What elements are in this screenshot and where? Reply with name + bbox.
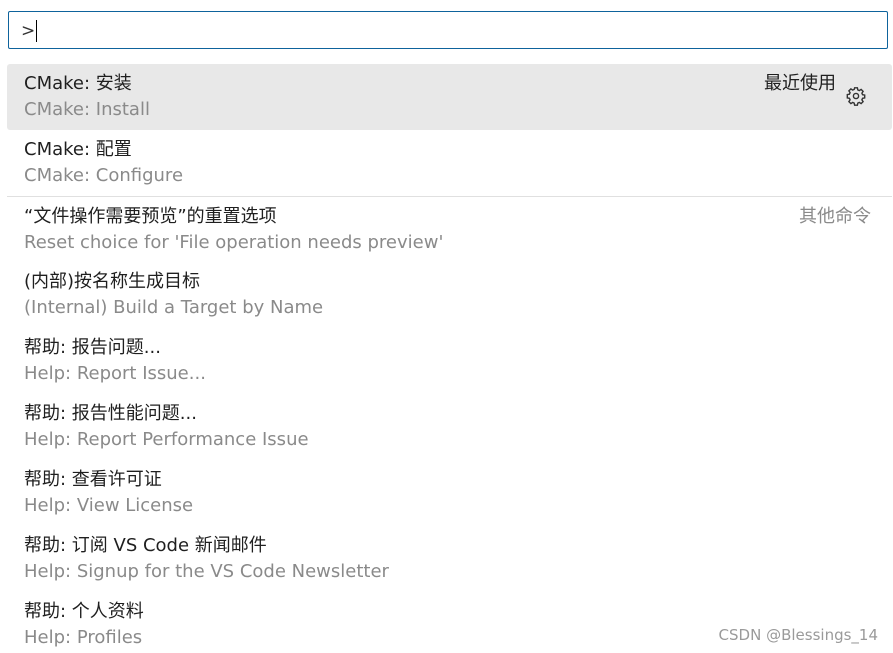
command-subtitle: Help: View License xyxy=(24,495,194,516)
command-subtitle: CMake: Install xyxy=(24,99,150,120)
command-item-view-license[interactable]: 帮助: 查看许可证 Help: View License xyxy=(7,460,892,526)
command-input[interactable]: > xyxy=(8,11,888,49)
command-item-build-target-by-name[interactable]: (内部)按名称生成目标 (Internal) Build a Target by… xyxy=(7,262,892,328)
command-list: CMake: 安装 CMake: Install 最近使用 CMake: 配置 … xyxy=(7,64,892,653)
command-item-report-performance-issue[interactable]: 帮助: 报告性能问题... Help: Report Performance I… xyxy=(7,394,892,460)
command-title: CMake: 配置 xyxy=(24,139,132,160)
command-subtitle: Help: Profiles xyxy=(24,627,143,648)
command-input-text: > xyxy=(21,20,38,42)
command-item-cmake-configure[interactable]: CMake: 配置 CMake: Configure xyxy=(7,130,892,196)
text-caret xyxy=(36,20,38,42)
command-title: CMake: 安装 xyxy=(24,73,132,94)
command-item-report-issue[interactable]: 帮助: 报告问题... Help: Report Issue... xyxy=(7,328,892,394)
command-title: 帮助: 报告性能问题... xyxy=(24,403,197,424)
command-title: 帮助: 订阅 VS Code 新闻邮件 xyxy=(24,535,267,556)
command-item-newsletter-signup[interactable]: 帮助: 订阅 VS Code 新闻邮件 Help: Signup for the… xyxy=(7,526,892,592)
command-palette: > CMake: 安装 CMake: Install 最近使用 CMake: 配… xyxy=(0,0,893,653)
command-title: 帮助: 报告问题... xyxy=(24,337,161,358)
command-subtitle: CMake: Configure xyxy=(24,165,184,186)
command-title: 帮助: 查看许可证 xyxy=(24,469,162,490)
command-input-value: > xyxy=(21,21,36,41)
command-subtitle: Help: Signup for the VS Code Newsletter xyxy=(24,561,389,582)
command-subtitle: Help: Report Performance Issue xyxy=(24,429,309,450)
command-item-cmake-install[interactable]: CMake: 安装 CMake: Install 最近使用 xyxy=(7,64,892,130)
command-title: “文件操作需要预览”的重置选项 xyxy=(24,206,277,227)
group-label-recently-used: 最近使用 xyxy=(764,73,836,94)
command-subtitle: (Internal) Build a Target by Name xyxy=(24,297,324,318)
command-title: 帮助: 个人资料 xyxy=(24,601,144,622)
command-subtitle: Reset choice for 'File operation needs p… xyxy=(24,232,444,253)
watermark: CSDN @Blessings_14 xyxy=(718,626,878,644)
gear-icon[interactable] xyxy=(846,86,866,106)
command-subtitle: Help: Report Issue... xyxy=(24,363,206,384)
group-label-other-commands: 其他命令 xyxy=(799,206,871,227)
command-item-reset-file-operation-preview[interactable]: “文件操作需要预览”的重置选项 Reset choice for 'File o… xyxy=(7,196,892,262)
command-title: (内部)按名称生成目标 xyxy=(24,271,201,292)
